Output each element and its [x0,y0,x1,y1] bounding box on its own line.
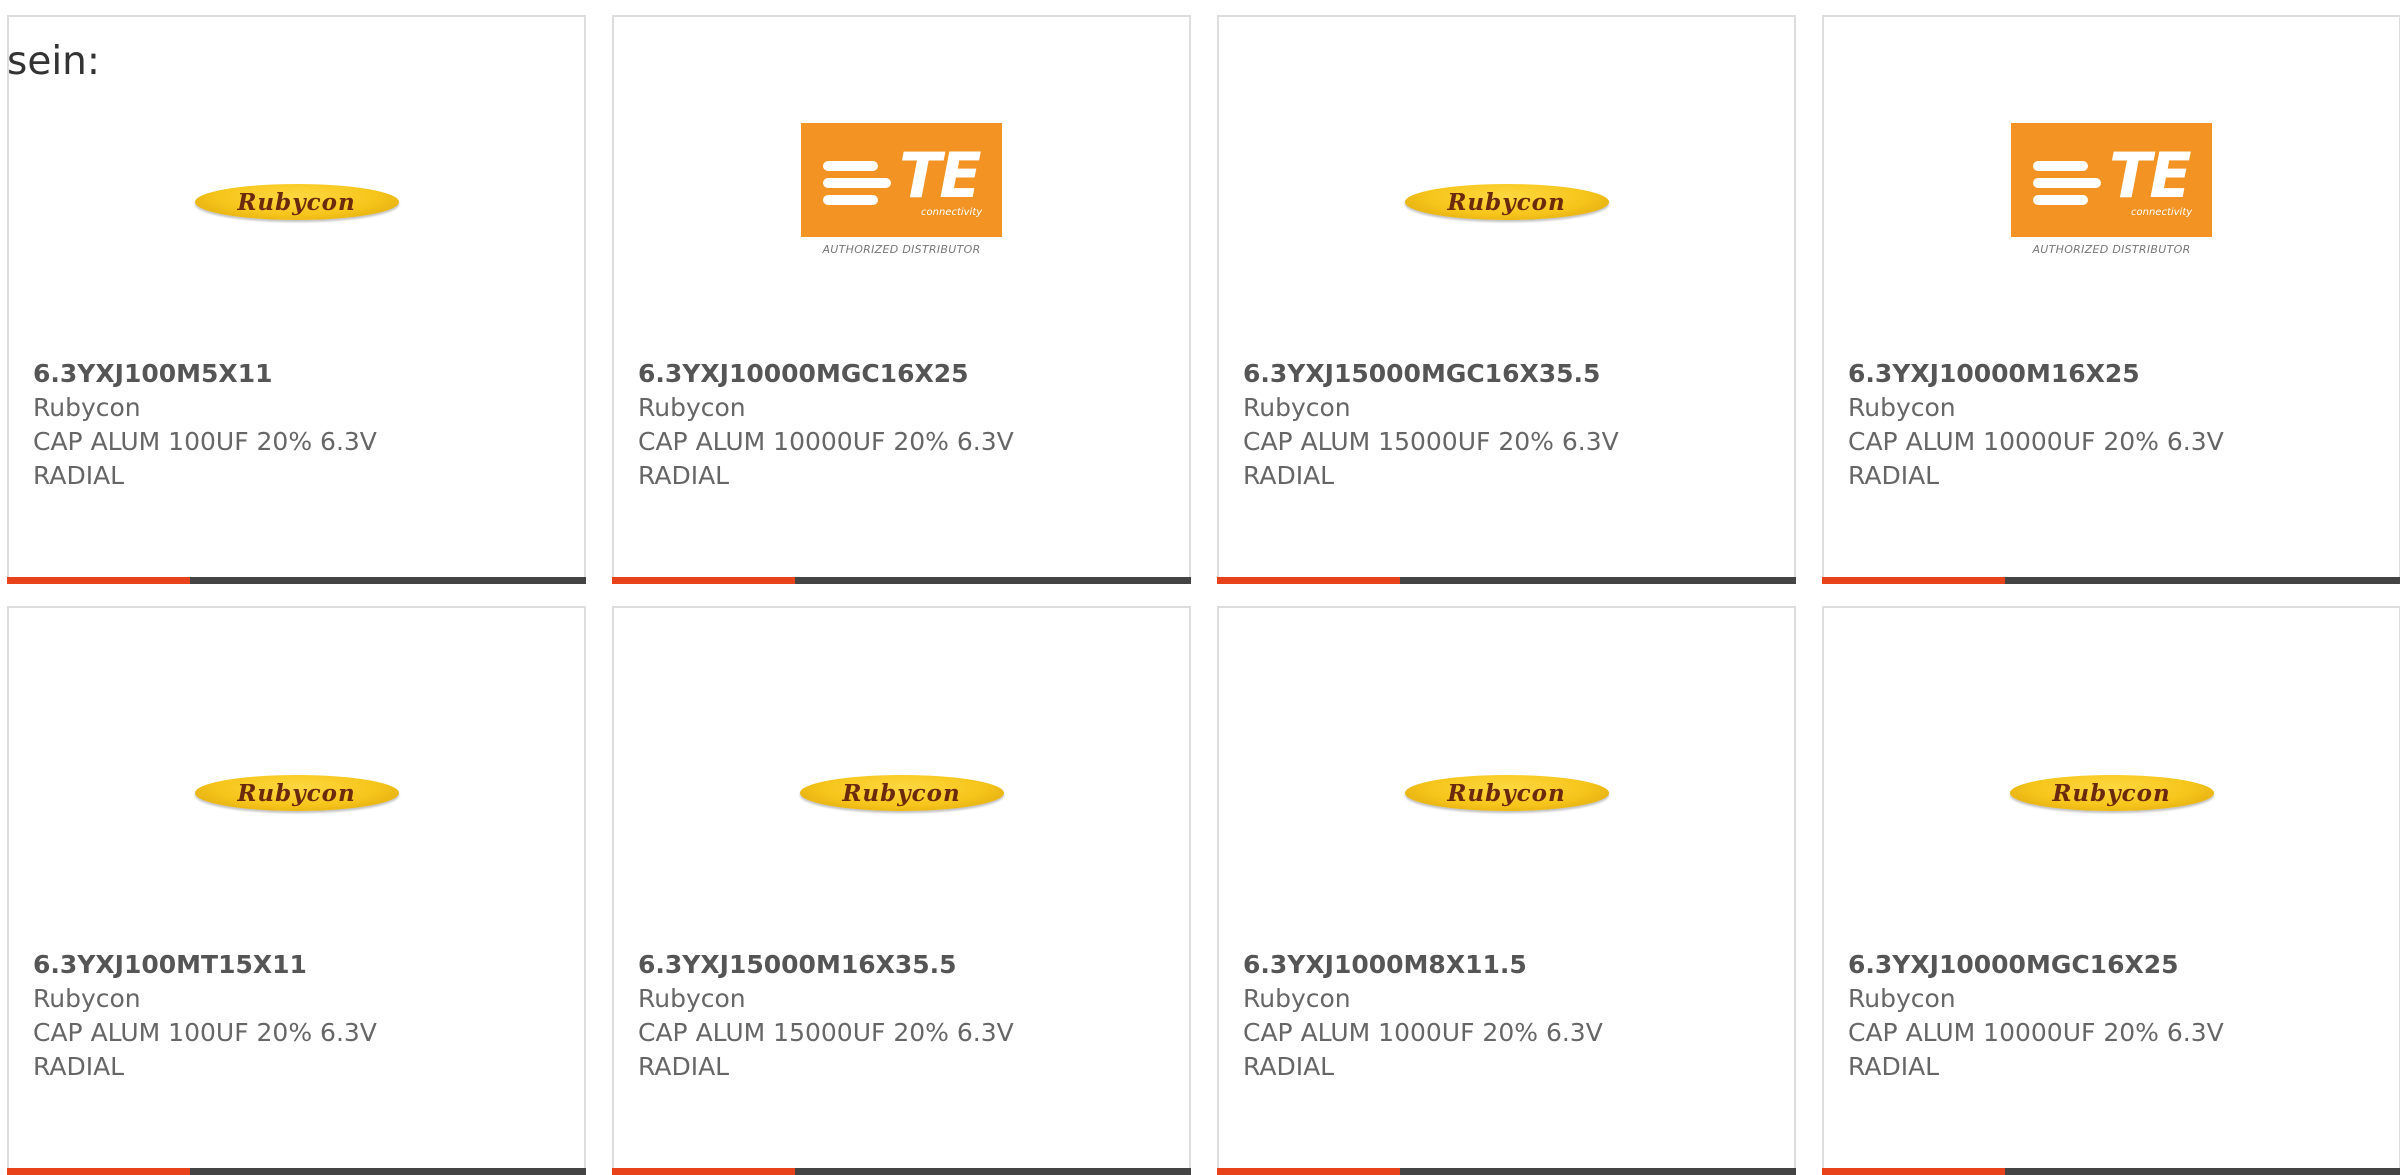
logo-area: Rubycon [1824,743,2399,843]
product-card[interactable]: TE connectivity AUTHORIZED DISTRIBUTOR 6… [1822,15,2400,584]
product-info: 6.3YXJ15000M16X35.5 Rubycon CAP ALUM 150… [638,948,1165,1084]
product-info: 6.3YXJ10000MGC16X25 Rubycon CAP ALUM 100… [638,357,1165,493]
manufacturer-name: Rubycon [1243,984,1351,1013]
part-number-link[interactable]: 6.3YXJ15000MGC16X35.5 [1243,357,1770,391]
card-accent-bar [1822,1168,2005,1175]
rubycon-logo-text: Rubycon [2052,779,2171,807]
card-bottom-bar [7,577,586,584]
card-accent-bar [1822,577,2005,584]
te-logo-subtext: connectivity [2131,207,2193,218]
rubycon-logo: Rubycon [194,775,399,811]
product-description: CAP ALUM 1000UF 20% 6.3V RADIAL [1243,1018,1603,1081]
manufacturer-name: Rubycon [33,393,141,422]
product-info: 6.3YXJ15000MGC16X35.5 Rubycon CAP ALUM 1… [1243,357,1770,493]
product-card[interactable]: Rubycon 6.3YXJ10000MGC16X25 Rubycon CAP … [1822,606,2400,1175]
card-bottom-bar [1822,577,2400,584]
card-accent-bar [7,1168,190,1175]
rubycon-logo-text: Rubycon [237,779,356,807]
rubycon-logo-text: Rubycon [1447,188,1566,216]
authorized-distributor-caption: AUTHORIZED DISTRIBUTOR [2032,243,2191,256]
logo-area: Rubycon [9,743,584,843]
product-info: 6.3YXJ10000MGC16X25 Rubycon CAP ALUM 100… [1848,948,2375,1084]
te-logo-box: TE connectivity [2011,123,2212,237]
rubycon-logo-text: Rubycon [237,188,356,216]
product-description: CAP ALUM 15000UF 20% 6.3V RADIAL [638,1018,1014,1081]
product-card[interactable]: TE connectivity AUTHORIZED DISTRIBUTOR 6… [612,15,1191,584]
product-info: 6.3YXJ1000M8X11.5 Rubycon CAP ALUM 1000U… [1243,948,1770,1084]
te-logo-text: TE [2109,139,2192,212]
authorized-distributor-caption: AUTHORIZED DISTRIBUTOR [822,243,981,256]
te-connectivity-logo: TE connectivity AUTHORIZED DISTRIBUTOR [801,123,1002,256]
card-bottom-bar [612,1168,1191,1175]
part-number-link[interactable]: 6.3YXJ1000M8X11.5 [1243,948,1770,982]
product-card[interactable]: Rubycon 6.3YXJ100M5X11 Rubycon CAP ALUM … [7,15,586,584]
manufacturer-name: Rubycon [638,984,746,1013]
manufacturer-name: Rubycon [1848,393,1956,422]
rubycon-logo: Rubycon [1404,775,1609,811]
product-description: CAP ALUM 10000UF 20% 6.3V RADIAL [1848,1018,2224,1081]
card-accent-bar [612,1168,795,1175]
product-info: 6.3YXJ100M5X11 Rubycon CAP ALUM 100UF 20… [33,357,560,493]
card-accent-bar [7,577,190,584]
te-logo-stripes [2033,161,2101,212]
product-grid: Rubycon 6.3YXJ100M5X11 Rubycon CAP ALUM … [7,15,2400,1175]
card-accent-bar [1217,577,1400,584]
product-info: 6.3YXJ10000M16X25 Rubycon CAP ALUM 10000… [1848,357,2375,493]
product-description: CAP ALUM 15000UF 20% 6.3V RADIAL [1243,427,1619,490]
card-bottom-bar [612,577,1191,584]
product-card[interactable]: Rubycon 6.3YXJ1000M8X11.5 Rubycon CAP AL… [1217,606,1796,1175]
product-description: CAP ALUM 10000UF 20% 6.3V RADIAL [1848,427,2224,490]
card-bottom-bar [1217,577,1796,584]
card-bottom-bar [1217,1168,1796,1175]
logo-area: TE connectivity AUTHORIZED DISTRIBUTOR [614,97,1189,282]
manufacturer-name: Rubycon [638,393,746,422]
product-description: CAP ALUM 10000UF 20% 6.3V RADIAL [638,427,1014,490]
rubycon-logo: Rubycon [194,184,399,220]
product-description: CAP ALUM 100UF 20% 6.3V RADIAL [33,1018,377,1081]
card-accent-bar [612,577,795,584]
manufacturer-name: Rubycon [33,984,141,1013]
product-card[interactable]: Rubycon 6.3YXJ15000MGC16X35.5 Rubycon CA… [1217,15,1796,584]
intro-text: sein: [7,39,101,84]
product-card[interactable]: Rubycon 6.3YXJ15000M16X35.5 Rubycon CAP … [612,606,1191,1175]
product-info: 6.3YXJ100MT15X11 Rubycon CAP ALUM 100UF … [33,948,560,1084]
logo-area: Rubycon [614,743,1189,843]
logo-area: Rubycon [1219,743,1794,843]
logo-area: TE connectivity AUTHORIZED DISTRIBUTOR [1824,97,2399,282]
card-accent-bar [1217,1168,1400,1175]
rubycon-logo-text: Rubycon [1447,779,1566,807]
te-logo-subtext: connectivity [921,207,983,218]
card-bottom-bar [1822,1168,2400,1175]
part-number-link[interactable]: 6.3YXJ10000MGC16X25 [638,357,1165,391]
part-number-link[interactable]: 6.3YXJ100M5X11 [33,357,560,391]
part-number-link[interactable]: 6.3YXJ10000MGC16X25 [1848,948,2375,982]
product-card[interactable]: Rubycon 6.3YXJ100MT15X11 Rubycon CAP ALU… [7,606,586,1175]
te-logo-box: TE connectivity [801,123,1002,237]
logo-area: Rubycon [1219,152,1794,252]
part-number-link[interactable]: 6.3YXJ100MT15X11 [33,948,560,982]
manufacturer-name: Rubycon [1848,984,1956,1013]
te-logo-stripes [823,161,891,212]
rubycon-logo: Rubycon [1404,184,1609,220]
rubycon-logo: Rubycon [2009,775,2214,811]
part-number-link[interactable]: 6.3YXJ15000M16X35.5 [638,948,1165,982]
manufacturer-name: Rubycon [1243,393,1351,422]
te-logo-text: TE [899,139,982,212]
product-description: CAP ALUM 100UF 20% 6.3V RADIAL [33,427,377,490]
te-connectivity-logo: TE connectivity AUTHORIZED DISTRIBUTOR [2011,123,2212,256]
rubycon-logo-text: Rubycon [842,779,961,807]
logo-area: Rubycon [9,152,584,252]
rubycon-logo: Rubycon [799,775,1004,811]
card-bottom-bar [7,1168,586,1175]
part-number-link[interactable]: 6.3YXJ10000M16X25 [1848,357,2375,391]
